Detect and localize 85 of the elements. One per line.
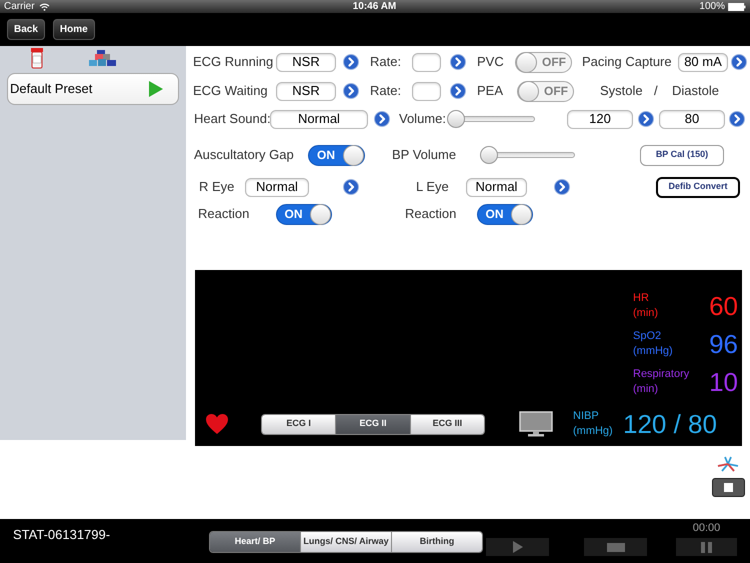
volume-slider[interactable] [447, 110, 535, 128]
vital-unit: (mmHg) [633, 344, 674, 359]
vital-unit: (mmHg) [573, 424, 614, 439]
vital-value: 10 [709, 366, 738, 398]
chevron-right-icon[interactable] [343, 54, 359, 70]
lead-tab[interactable]: ECG II [335, 414, 410, 434]
field-label: Reaction [405, 205, 456, 224]
lead-tab[interactable]: ECG III [410, 414, 484, 434]
vital-value: 96 [709, 328, 738, 360]
value-field[interactable]: NSR [276, 52, 336, 72]
chevron-right-icon[interactable] [374, 111, 390, 127]
value-field[interactable]: 80 mA [678, 52, 728, 72]
toggle-switch[interactable]: ON [477, 204, 533, 224]
field-label: Pacing Capture [582, 53, 672, 72]
field-label: ECG Running [193, 53, 274, 72]
value-field[interactable]: 80 [659, 110, 725, 128]
lead-tab[interactable]: ECG I [262, 414, 336, 434]
wifi-icon [38, 2, 50, 10]
chevron-right-icon[interactable] [343, 83, 359, 99]
nav-button[interactable]: Home [52, 19, 95, 40]
carrier-label: Carrier [4, 0, 35, 14]
pill-bottle-icon[interactable] [31, 48, 43, 69]
vital-label: NIBP [573, 409, 600, 424]
timer-label: 00:00 [692, 522, 720, 535]
monitor-icon[interactable] [519, 411, 553, 437]
field-label: L Eye [416, 178, 449, 196]
stop-button[interactable] [712, 478, 745, 497]
chevron-right-icon[interactable] [554, 179, 570, 195]
preset-button[interactable]: Default Preset [7, 73, 179, 105]
chevron-right-icon[interactable] [450, 83, 466, 99]
field-label: BP Volume [392, 146, 456, 164]
value-field[interactable]: Normal [466, 178, 527, 196]
field-label: PVC [477, 53, 504, 72]
value-field[interactable]: NSR [276, 82, 336, 100]
section-tab[interactable]: Heart/ BP [210, 532, 300, 552]
field-label: R Eye [199, 178, 234, 196]
field-label: PEA [477, 82, 504, 100]
nav-button[interactable]: Back [7, 19, 45, 40]
play-icon [149, 81, 163, 97]
value-field[interactable]: Normal [245, 178, 309, 196]
chevron-right-icon[interactable] [450, 54, 466, 70]
action-button[interactable]: BP Cal (150) [640, 144, 724, 166]
blocks-icon[interactable] [88, 50, 118, 67]
chevron-right-icon[interactable] [638, 111, 654, 127]
vital-unit: (min) [633, 306, 660, 321]
field-label: ECG Waiting [193, 82, 268, 100]
vital-label: SpO2 [633, 329, 662, 344]
volume-slider[interactable] [480, 146, 575, 164]
chevron-right-icon[interactable] [729, 111, 745, 127]
field-label: Heart Sound: [194, 110, 271, 128]
field-label: Auscultatory Gap [194, 146, 294, 164]
play-button[interactable] [486, 538, 549, 556]
chevron-right-icon[interactable] [731, 54, 747, 70]
case-id-label: STAT-06131799- [13, 526, 112, 544]
action-button[interactable]: Defib Convert [656, 176, 740, 198]
section-tab[interactable]: Lungs/ CNS/ Airway [300, 532, 391, 552]
clock-label: 10:46 AM [352, 0, 396, 14]
section-tab[interactable]: Birthing [391, 532, 482, 552]
toggle-switch[interactable]: OFF [515, 52, 572, 72]
vital-unit: (min) [633, 382, 660, 397]
field-label: Rate: [370, 53, 402, 72]
chevron-right-icon[interactable] [343, 179, 359, 195]
play-icon [512, 541, 522, 553]
field-label: Diastole [672, 82, 719, 100]
value-field[interactable] [412, 82, 441, 100]
field-label: Volume: [399, 110, 446, 128]
field-label: Rate: [370, 82, 402, 100]
toggle-switch[interactable]: ON [308, 144, 365, 166]
field-label: / [654, 82, 658, 100]
battery-icon [728, 2, 746, 10]
vital-value: 60 [709, 290, 738, 322]
field-label: Reaction [198, 205, 250, 224]
vital-label: Respiratory [633, 367, 690, 382]
toggle-switch[interactable]: ON [276, 204, 332, 224]
pause-button[interactable] [676, 538, 737, 556]
heart-icon[interactable] [205, 413, 229, 435]
value-field[interactable]: 120 [567, 110, 633, 128]
value-field[interactable]: Normal [270, 110, 368, 128]
field-label: Systole [600, 82, 643, 100]
battery-label: 100% [699, 0, 725, 14]
logo-icon [716, 456, 740, 472]
vital-label: HR [633, 291, 650, 306]
toggle-switch[interactable]: OFF [517, 80, 574, 102]
vital-value: 120 / 80 [623, 408, 717, 440]
value-field[interactable] [412, 52, 441, 72]
